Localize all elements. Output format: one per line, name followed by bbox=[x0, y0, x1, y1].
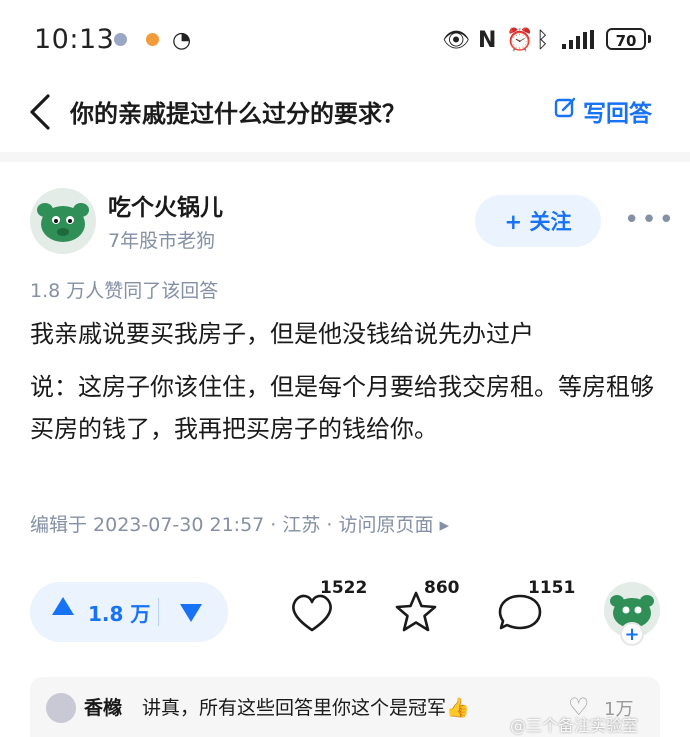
commenter-avatar bbox=[46, 693, 76, 723]
notification-dot-icon bbox=[114, 33, 127, 46]
favorite-count: 860 bbox=[424, 578, 460, 598]
back-icon[interactable] bbox=[24, 92, 60, 132]
write-answer-label: 写回答 bbox=[583, 101, 652, 127]
agree-count: 1.8 万人赞同了该回答 bbox=[30, 280, 219, 302]
section-divider bbox=[0, 152, 690, 162]
vote-control[interactable]: 1.8 万 bbox=[30, 582, 228, 642]
speed-gauge-icon: ◔ bbox=[172, 28, 192, 53]
add-icon[interactable]: + bbox=[620, 622, 644, 646]
commenter-name: 香橼 bbox=[84, 697, 123, 719]
comment-count: 1151 bbox=[528, 578, 576, 598]
watermark: @三个备注实验室 bbox=[510, 716, 639, 735]
downvote-arrow-icon[interactable] bbox=[180, 604, 202, 622]
comment-text: 讲真，所有这些回答里你这个是冠军👍 bbox=[142, 697, 470, 719]
answer-paragraph: 我亲戚说要买我房子，但是他没钱给说先办过户 bbox=[30, 320, 534, 348]
battery-tip bbox=[648, 35, 651, 43]
eye-icon: 👁 bbox=[442, 28, 470, 53]
author-name[interactable]: 吃个火锅儿 bbox=[108, 188, 223, 222]
vote-count: 1.8 万 bbox=[88, 602, 151, 626]
edit-icon bbox=[553, 96, 577, 126]
battery-icon: 70 bbox=[606, 28, 646, 50]
answer-paragraph: 说：这房子你该住住，但是每个月要给我交房租。等房租够买房的钱了，我再把买房子的钱… bbox=[30, 373, 654, 443]
follow-button[interactable]: + 关注 bbox=[475, 195, 601, 247]
signal-icon bbox=[560, 30, 600, 54]
upvote-arrow-icon[interactable] bbox=[52, 597, 74, 615]
write-answer-button[interactable]: 写回答 bbox=[553, 94, 652, 128]
author-description: 7年股市老狗 bbox=[108, 230, 216, 252]
nfc-icon: N bbox=[478, 28, 497, 53]
status-time: 10:13 bbox=[34, 24, 115, 55]
alarm-icon: ⏰ bbox=[506, 28, 534, 53]
vote-separator bbox=[158, 598, 159, 626]
like-count: 1522 bbox=[320, 578, 368, 598]
status-bar: 10:13 ◔ 👁 N ⏰ ᛒ 70 bbox=[0, 0, 690, 80]
bluetooth-icon: ᛒ bbox=[536, 28, 550, 53]
more-options-icon[interactable]: ••• bbox=[624, 205, 676, 235]
question-title[interactable]: 你的亲戚提过什么过分的要求？ bbox=[70, 94, 406, 129]
notification-dot-icon bbox=[146, 33, 159, 46]
author-avatar[interactable] bbox=[30, 188, 96, 254]
answer-meta[interactable]: 编辑于 2023-07-30 21:57 · 江苏 · 访问原页面 ▸ bbox=[30, 510, 449, 537]
